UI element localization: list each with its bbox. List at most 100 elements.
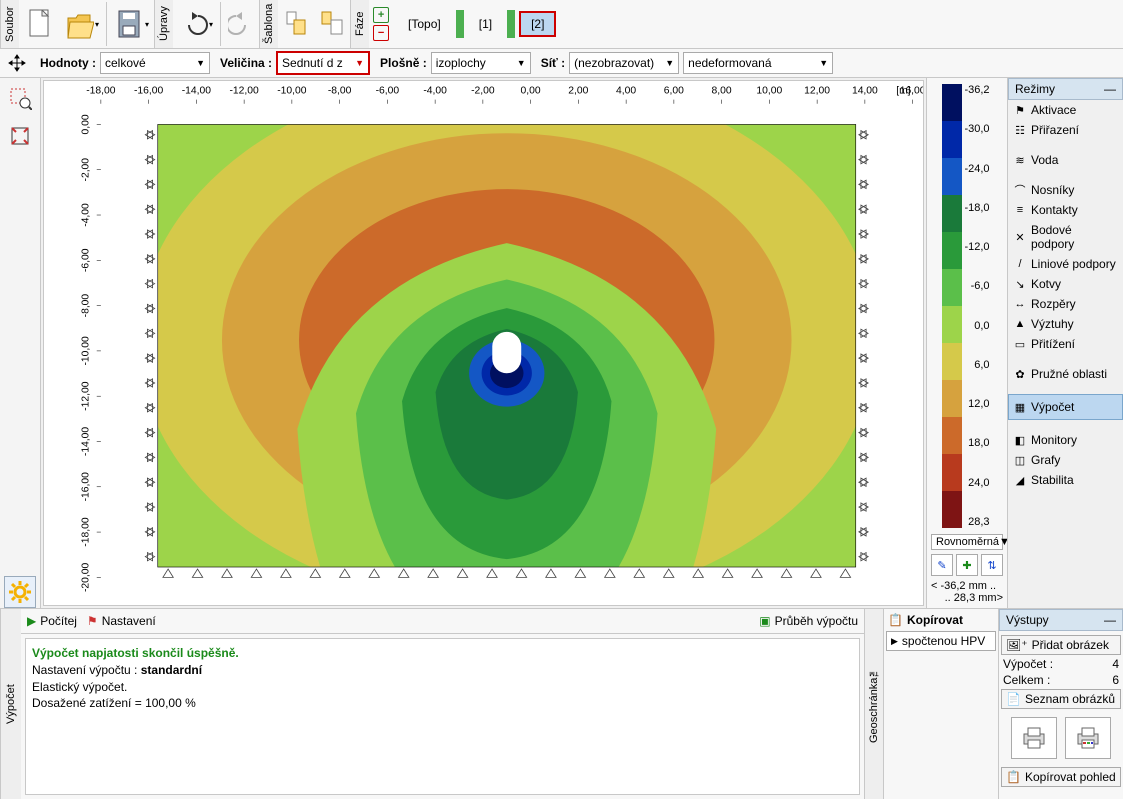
mode-item-liniovpodpory[interactable]: / Liniové podpory	[1008, 254, 1123, 274]
legend-value: -12,0	[964, 241, 989, 253]
legend-tool-wrench[interactable]: ✎	[931, 554, 953, 576]
mode-item-monitory[interactable]: ◧Monitory	[1008, 430, 1123, 450]
settings-link[interactable]: ⚑Nastavení	[87, 614, 156, 628]
copy-hpv-button[interactable]: ▶spočtenou HPV	[886, 631, 996, 651]
fit-view-button[interactable]	[4, 120, 36, 152]
clipboard-tab[interactable]: Geoschránka™	[864, 609, 884, 799]
svg-text:[m]: [m]	[896, 85, 910, 96]
new-file-button[interactable]	[21, 2, 57, 46]
settings-button[interactable]	[4, 576, 36, 608]
mode-item-stabilita[interactable]: ◢Stabilita	[1008, 470, 1123, 490]
compute-button[interactable]: ▶Počítej	[27, 614, 77, 628]
legend-value: 6,0	[964, 359, 989, 371]
legend-tool-flip[interactable]: ⇅	[981, 554, 1003, 576]
phase-tab[interactable]: Fáze	[350, 0, 369, 48]
add-image-button[interactable]: 🖼⁺Přidat obrázek	[1001, 635, 1121, 655]
mode-item-bodovpodpory[interactable]: ✕Bodové podpory	[1008, 220, 1123, 254]
svg-text:2,00: 2,00	[568, 85, 588, 96]
svg-text:-8,00: -8,00	[80, 294, 91, 318]
mode-icon: ◫	[1013, 453, 1027, 467]
svg-text:-2,00: -2,00	[80, 158, 91, 182]
template-button-1[interactable]	[280, 2, 312, 46]
mode-label: Voda	[1031, 153, 1058, 167]
phase-separator-icon	[507, 10, 515, 38]
minimize-icon[interactable]: —	[1104, 82, 1116, 96]
phase-topo[interactable]: [Topo]	[397, 12, 452, 36]
save-button[interactable]: ▾	[111, 2, 152, 46]
mode-item-piten[interactable]: ▭Přitížení	[1008, 334, 1123, 354]
svg-text:-10,00: -10,00	[80, 336, 91, 366]
mode-icon: /	[1013, 257, 1027, 271]
outputs-header: Výstupy—	[999, 609, 1123, 631]
output-total-label: Celkem :	[1003, 673, 1050, 687]
mode-label: Výpočet	[1031, 400, 1074, 414]
template-button-2[interactable]	[316, 2, 348, 46]
mode-icon: ▦	[1013, 400, 1027, 414]
open-file-button[interactable]: ▾	[61, 2, 102, 46]
mode-item-rozpry[interactable]: ↔Rozpěry	[1008, 294, 1123, 314]
surface-select[interactable]: izoplochy▼	[431, 52, 531, 74]
mode-label: Kotvy	[1031, 277, 1061, 291]
legend-value: -18,0	[964, 202, 989, 214]
values-label: Hodnoty :	[40, 56, 96, 70]
mode-item-kotvy[interactable]: ↘Kotvy	[1008, 274, 1123, 294]
remove-phase-button[interactable]: −	[373, 25, 389, 41]
image-list-button[interactable]: 📄Seznam obrázků	[1001, 689, 1121, 709]
mode-item-aktivace[interactable]: ⚑ Aktivace	[1008, 100, 1123, 120]
svg-text:-12,00: -12,00	[229, 85, 259, 96]
pan-tool-button[interactable]	[4, 50, 30, 76]
mode-item-piazen[interactable]: ☷Přiřazení	[1008, 120, 1123, 140]
legend-value: 24,0	[964, 477, 989, 489]
legend-range-to: .. 28,3 mm>	[931, 592, 1003, 604]
svg-text:-20,00: -20,00	[80, 562, 91, 592]
template-tab[interactable]: Šablona	[259, 0, 278, 48]
mode-item-vpoet[interactable]: ▦ Výpočet	[1008, 394, 1123, 420]
mode-item-kontakty[interactable]: ≡Kontakty	[1008, 200, 1123, 220]
mode-label: Aktivace	[1031, 103, 1076, 117]
mode-label: Výztuhy	[1031, 317, 1074, 331]
progress-link[interactable]: ▣Průběh výpočtu	[759, 614, 858, 628]
redo-button[interactable]	[225, 2, 257, 46]
options-bar: Hodnoty : celkové▼ Veličina : Sednutí d …	[0, 49, 1123, 78]
svg-text:-16,00: -16,00	[80, 472, 91, 502]
svg-text:-14,00: -14,00	[182, 85, 212, 96]
legend-value: 0,0	[964, 320, 989, 332]
mesh-select[interactable]: (nezobrazovat)▼	[569, 52, 679, 74]
file-tab[interactable]: Soubor	[0, 0, 19, 48]
add-phase-button[interactable]: +	[373, 7, 389, 23]
edit-tab[interactable]: Úpravy	[154, 0, 173, 48]
mode-icon: ⚑	[1013, 103, 1027, 117]
mode-label: Kontakty	[1031, 203, 1078, 217]
mesh-label: Síť :	[541, 56, 565, 70]
mode-label: Liniové podpory	[1031, 257, 1116, 271]
phase-2[interactable]: [2]	[519, 11, 556, 37]
deform-select[interactable]: nedeformovaná▼	[683, 52, 833, 74]
mode-label: Stabilita	[1031, 473, 1074, 487]
print-bw-button[interactable]	[1011, 717, 1057, 759]
svg-text:-16,00: -16,00	[134, 85, 164, 96]
svg-text:-2,00: -2,00	[471, 85, 495, 96]
legend-value: -6,0	[964, 280, 989, 292]
svg-text:12,00: 12,00	[804, 85, 830, 96]
print-color-button[interactable]	[1065, 717, 1111, 759]
model-viewport[interactable]: -18,00-16,00-14,00-12,00-10,00-8,00-6,00…	[43, 80, 924, 606]
mode-label: Nosníky	[1031, 183, 1074, 197]
minimize-icon[interactable]: —	[1104, 613, 1116, 627]
copy-view-button[interactable]: 📋Kopírovat pohled	[1001, 767, 1121, 787]
legend-scale-select[interactable]: Rovnoměrná▼	[931, 534, 1003, 550]
legend-tool-add[interactable]: ✚	[956, 554, 978, 576]
mode-item-grafy[interactable]: ◫Grafy	[1008, 450, 1123, 470]
quantity-select[interactable]: Sednutí d z▼	[276, 51, 370, 75]
mode-item-vztuhy[interactable]: ▲Výztuhy	[1008, 314, 1123, 334]
phase-1[interactable]: [1]	[468, 12, 503, 36]
svg-text:-4,00: -4,00	[80, 203, 91, 227]
values-select[interactable]: celkové▼	[100, 52, 210, 74]
zoom-area-button[interactable]	[4, 82, 36, 114]
mode-item-voda[interactable]: ≋Voda	[1008, 150, 1123, 170]
mode-item-nosnky[interactable]: ⌒Nosníky	[1008, 180, 1123, 200]
svg-text:-4,00: -4,00	[423, 85, 447, 96]
calc-tab[interactable]: Výpočet	[0, 609, 21, 799]
mode-item-prunoblasti[interactable]: ✿Pružné oblasti	[1008, 364, 1123, 384]
undo-button[interactable]: ▾	[175, 2, 216, 46]
svg-text:0,00: 0,00	[521, 85, 541, 96]
